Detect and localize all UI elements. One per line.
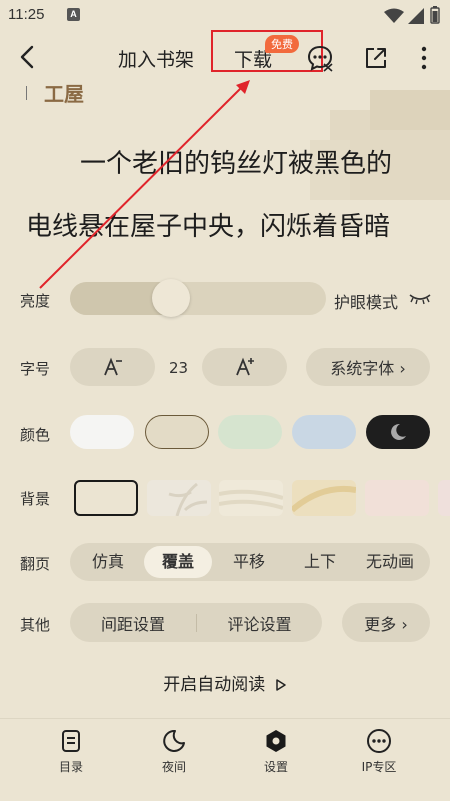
settings-panel [0,262,450,801]
color-label: 颜色 [20,426,51,444]
nav-catalog[interactable]: 目录 [36,724,106,784]
color-option-5[interactable] [366,415,430,449]
font-increase-icon [235,357,254,376]
settings-icon [266,730,286,752]
background-option-bamboo[interactable] [147,480,211,516]
spacing-settings-button[interactable]: 间距设置 [70,611,196,635]
play-icon [275,679,286,691]
page-turn-option[interactable]: 仿真 [74,543,142,581]
font-size-label: 字号 [20,360,51,378]
more-vertical-icon[interactable] [410,44,438,72]
system-font-button[interactable]: 系统字体 › [306,348,430,386]
page-turn-label: 翻页 [20,555,51,573]
page-turn-selector: 仿真 覆盖 平移 上下 无动画 [70,543,430,581]
story-text-line-1: 一个老旧的钨丝灯被黑色的 [80,149,393,179]
chapter-title-fragment: 工屋 [44,82,84,106]
page-turn-option[interactable]: 上下 [286,543,354,581]
moon-icon [163,729,185,752]
back-icon[interactable] [14,43,42,71]
brightness-label: 亮度 [20,292,51,310]
battery-icon [430,6,440,24]
status-time: 11:25 [8,6,45,23]
font-size-value: 23 [169,359,189,377]
background-option-pink[interactable] [365,480,429,516]
more-dots-icon [367,729,391,753]
nav-ip-zone-label: IP专区 [361,760,397,774]
bottom-nav-divider [0,718,450,719]
eye-closed-icon[interactable] [408,290,432,306]
auto-read-label: 开启自动阅读 [163,675,266,695]
signal-icon [408,8,424,24]
nav-catalog-label: 目录 [58,760,83,774]
page-turn-option[interactable]: 覆盖 [144,546,212,578]
other-settings-group: 间距设置 评论设置 [70,603,322,642]
story-text-line-2: 电线悬在屋子中央，闪烁着昏暗 [26,212,391,242]
background-option-plain[interactable] [74,480,138,516]
background-building-decoration [310,90,450,200]
share-icon[interactable] [362,44,390,72]
moon-icon [391,423,406,440]
eye-mode-toggle[interactable]: 护眼模式 [334,289,398,313]
font-decrease-button[interactable] [70,348,155,386]
color-option-3[interactable] [218,415,282,449]
wifi-icon [384,8,404,23]
color-option-4[interactable] [292,415,356,449]
notification-badge-icon: A [67,8,80,21]
comment-settings-button[interactable]: 评论设置 [197,611,322,635]
nav-ip-zone[interactable]: IP专区 [344,724,414,784]
other-label: 其他 [20,616,51,634]
font-decrease-icon [103,357,122,376]
nav-settings-label: 设置 [263,760,288,774]
comment-icon[interactable] [306,44,334,72]
brightness-slider-knob[interactable] [152,279,190,317]
auto-read-button[interactable]: 开启自动阅读 [0,670,450,695]
nav-night-label: 夜间 [161,760,186,774]
chapter-divider [26,86,27,100]
color-option-1[interactable] [70,415,134,449]
color-option-2[interactable] [145,415,209,449]
status-bar: 11:25 A [0,0,450,32]
page-turn-option[interactable]: 平移 [215,543,283,581]
background-option-gold[interactable] [292,480,356,516]
nav-settings[interactable]: 设置 [241,724,311,784]
catalog-icon [62,730,80,752]
font-increase-button[interactable] [202,348,287,386]
background-label: 背景 [20,490,51,508]
background-option-paper[interactable] [219,480,283,516]
nav-night[interactable]: 夜间 [139,724,209,784]
background-option-partial[interactable] [438,480,450,516]
brightness-slider[interactable] [70,282,326,315]
page-turn-option[interactable]: 无动画 [356,543,424,581]
add-to-shelf-button[interactable]: 加入书架 [118,45,194,72]
more-settings-button[interactable]: 更多 › [342,603,430,642]
